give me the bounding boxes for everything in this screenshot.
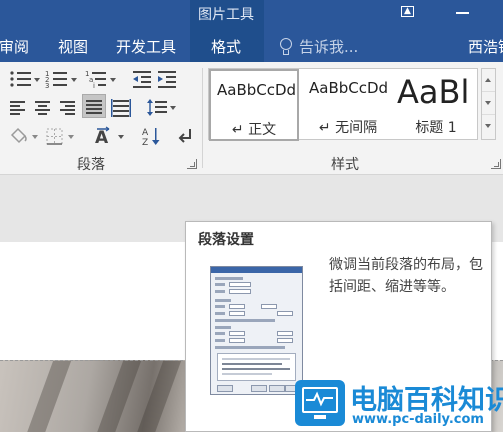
numbering-icon: 1 2 3	[45, 70, 77, 90]
align-center-button[interactable]	[33, 96, 53, 118]
paragraph-launcher-button[interactable]	[187, 159, 197, 169]
chevron-up-icon	[485, 78, 491, 82]
styles-launcher-button[interactable]	[491, 159, 501, 169]
context-tab-title: 图片工具	[198, 7, 254, 23]
style-no-spacing[interactable]: AaBbCcDd ↵ 无间隔	[303, 69, 393, 141]
user-name[interactable]: 西浩钣	[468, 36, 503, 57]
style-heading-1[interactable]: AaBl 标题 1	[393, 69, 479, 141]
paragraph-dialog-preview-image	[210, 266, 303, 395]
sort-button[interactable]: A Z	[141, 125, 163, 148]
align-center-icon	[35, 101, 50, 115]
style-sample: AaBl	[397, 73, 470, 111]
style-sample: AaBbCcDd	[309, 79, 389, 97]
sort-icon: A Z	[142, 128, 160, 148]
show-marks-button[interactable]	[176, 125, 196, 147]
restore-ribbon-button[interactable]: ▲	[397, 3, 419, 19]
style-name: ↵ 正文	[231, 122, 277, 138]
gallery-more-button[interactable]	[482, 115, 495, 138]
distributed-icon	[111, 99, 131, 117]
asian-layout-button[interactable]: A	[94, 125, 130, 148]
asian-layout-icon: A	[95, 126, 124, 148]
chevron-down-icon	[485, 101, 491, 105]
paragraph-group: 1 2 3 1 a i A A Z 段落	[0, 62, 200, 175]
decrease-indent-button[interactable]	[131, 68, 153, 90]
ribbon: 1 2 3 1 a i A A Z 段落 AaBbCcDd ↵ 正文 AaBbC…	[0, 62, 503, 175]
align-left-button[interactable]	[8, 96, 28, 118]
watermark-url: www.pc-daily.com	[352, 412, 484, 427]
justify-button[interactable]	[82, 94, 106, 118]
svg-text:A: A	[142, 128, 149, 138]
tab-review[interactable]: 审阅	[0, 36, 29, 57]
style-sample: AaBbCcDd	[217, 81, 297, 99]
show-marks-icon	[178, 129, 191, 143]
align-left-icon	[10, 101, 25, 115]
justify-icon	[86, 100, 102, 114]
lightbulb-icon	[279, 37, 293, 56]
borders-icon	[46, 128, 74, 145]
bullets-button[interactable]	[8, 68, 42, 90]
align-right-icon	[60, 101, 75, 115]
increase-indent-button[interactable]	[156, 68, 178, 90]
multilevel-list-button[interactable]: 1 a i	[84, 68, 120, 90]
shading-icon	[10, 127, 38, 144]
style-normal[interactable]: AaBbCcDd ↵ 正文	[209, 69, 299, 141]
tell-me-placeholder: 告诉我...	[299, 38, 359, 56]
decrease-indent-icon	[133, 71, 151, 88]
numbering-button[interactable]: 1 2 3	[44, 68, 80, 90]
title-bar: 图片工具 ▲ 审阅 视图 开发工具 格式 告诉我... 西浩钣	[0, 0, 503, 62]
svg-text:3: 3	[45, 82, 49, 90]
styles-group-label: 样式	[331, 157, 359, 173]
site-watermark: 电脑百科知识 www.pc-daily.com	[295, 378, 503, 432]
styles-gallery: AaBbCcDd ↵ 正文 AaBbCcDd ↵ 无间隔 AaBl 标题 1	[208, 68, 479, 141]
line-spacing-button[interactable]	[146, 96, 178, 118]
tooltip-title: 段落设置	[198, 232, 254, 248]
tooltip-description: 微调当前段落的布局，包括间距、缩进等等。	[329, 257, 483, 295]
monitor-logo-icon	[295, 380, 345, 426]
bullets-icon	[10, 71, 40, 87]
borders-button[interactable]	[44, 125, 78, 147]
line-spacing-icon	[147, 99, 176, 116]
tab-view[interactable]: 视图	[58, 36, 88, 57]
minimize-button[interactable]	[452, 3, 474, 19]
gallery-scroll-up-button[interactable]	[482, 69, 495, 92]
tell-me-box[interactable]: 告诉我...	[279, 36, 358, 57]
styles-gallery-scroll	[481, 68, 496, 140]
paragraph-group-label: 段落	[77, 157, 105, 173]
svg-text:i: i	[93, 82, 95, 90]
shading-button[interactable]	[8, 125, 42, 147]
more-icon	[485, 124, 491, 128]
tab-format[interactable]: 格式	[211, 36, 241, 57]
svg-text:Z: Z	[142, 138, 148, 147]
style-name: 标题 1	[415, 120, 457, 136]
group-divider	[202, 68, 203, 168]
align-right-button[interactable]	[58, 96, 78, 118]
style-name: ↵ 无间隔	[318, 120, 378, 136]
distributed-button[interactable]	[110, 96, 132, 118]
gallery-scroll-down-button[interactable]	[482, 92, 495, 115]
multilevel-list-icon: 1 a i	[85, 70, 116, 90]
increase-indent-icon	[158, 71, 176, 88]
minimize-icon	[456, 12, 469, 14]
tab-developer[interactable]: 开发工具	[116, 36, 176, 57]
